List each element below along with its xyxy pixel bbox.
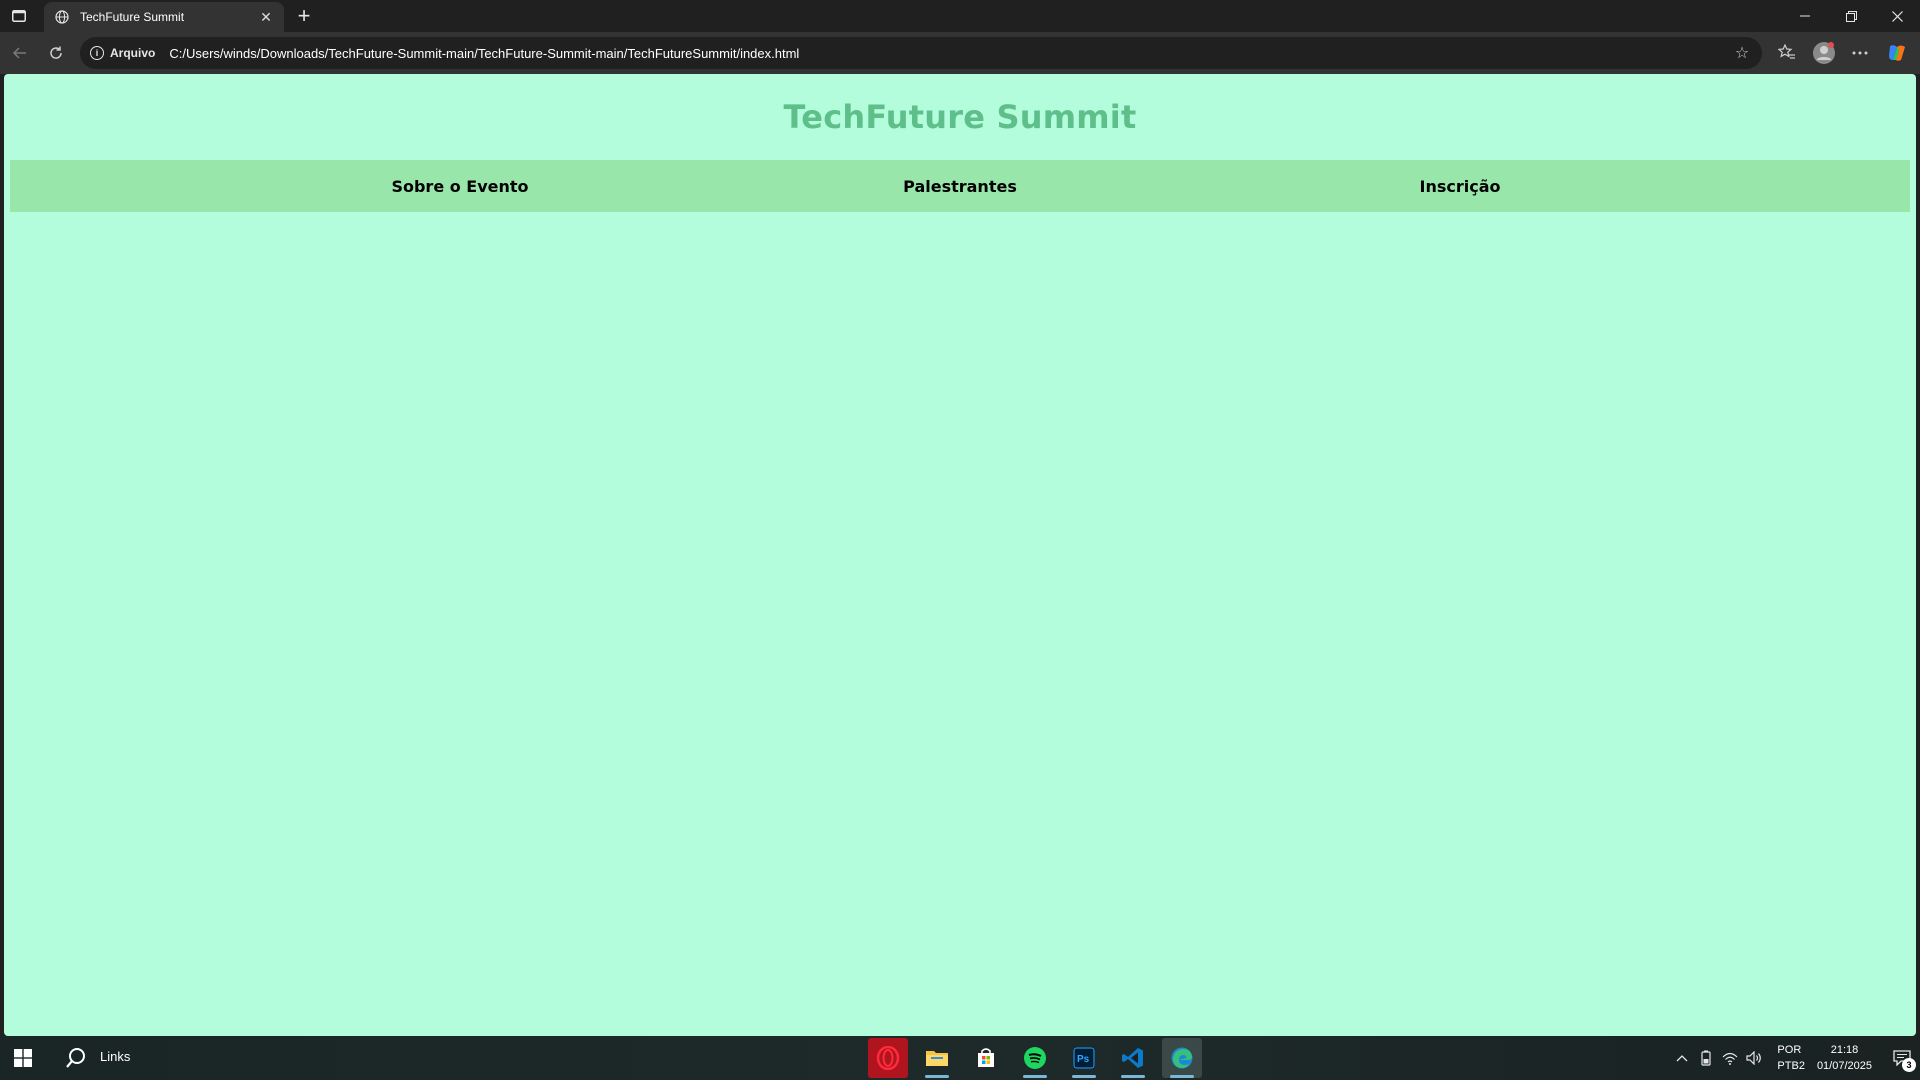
new-tab-icon[interactable]: + (292, 3, 316, 28)
taskbar-search-label[interactable]: Links (100, 1049, 130, 1064)
main-nav: Sobre o Evento Palestrantes Inscrição (10, 160, 1910, 212)
battery-icon[interactable] (1695, 1047, 1717, 1069)
nav-link-palestrantes[interactable]: Palestrantes (710, 177, 1210, 196)
edge-icon[interactable] (1162, 1038, 1202, 1078)
favorites-icon[interactable] (1773, 39, 1801, 67)
notification-center-icon[interactable]: 3 (1884, 1036, 1920, 1080)
input-language-indicator[interactable]: POR PTB2 (1777, 1042, 1805, 1074)
refresh-icon[interactable] (42, 39, 70, 67)
copilot-icon[interactable] (1883, 39, 1911, 67)
photoshop-icon[interactable]: Ps (1064, 1038, 1104, 1078)
browser-window: TechFuture Summit ✕ + i Arquivo C:/Users… (0, 0, 1920, 1036)
profile-avatar-icon[interactable] (1810, 39, 1838, 67)
file-explorer-icon[interactable] (917, 1038, 957, 1078)
close-tab-icon[interactable]: ✕ (258, 9, 274, 25)
chevron-up-icon[interactable] (1671, 1047, 1693, 1069)
clock-time: 21:18 (1830, 1044, 1859, 1056)
browser-tab[interactable]: TechFuture Summit ✕ (44, 2, 284, 32)
running-indicator (1023, 1075, 1047, 1078)
restore-icon[interactable] (1828, 0, 1874, 32)
back-icon[interactable] (6, 39, 34, 67)
tab-title: TechFuture Summit (80, 10, 185, 24)
taskbar: Links Ps POR PTB2 21:18 01/07/2025 3 (0, 1036, 1920, 1080)
spotify-icon[interactable] (1015, 1038, 1055, 1078)
running-indicator (925, 1075, 949, 1078)
window-controls (1782, 0, 1920, 32)
microsoft-store-icon[interactable] (966, 1038, 1006, 1078)
running-indicator (1170, 1075, 1194, 1078)
security-label: Arquivo (110, 46, 156, 60)
volume-icon[interactable] (1743, 1047, 1765, 1069)
close-window-icon[interactable] (1874, 0, 1920, 32)
network-icon[interactable] (1719, 1047, 1741, 1069)
page-title: TechFuture Summit (783, 98, 1137, 136)
search-icon[interactable] (56, 1036, 96, 1080)
vscode-icon[interactable] (1113, 1038, 1153, 1078)
lang-line-2: PTB2 (1777, 1060, 1805, 1072)
nav-link-inscricao[interactable]: Inscrição (1210, 177, 1710, 196)
nav-link-sobre-o-evento[interactable]: Sobre o Evento (210, 177, 710, 196)
svg-text:Ps: Ps (1077, 1054, 1090, 1065)
opera-icon[interactable] (868, 1038, 908, 1078)
minimize-icon[interactable] (1782, 0, 1828, 32)
url-text[interactable]: C:/Users/winds/Downloads/TechFuture-Summ… (169, 46, 1732, 61)
star-icon[interactable]: ☆ (1732, 43, 1752, 63)
page-header: TechFuture Summit (4, 74, 1916, 160)
globe-icon (54, 9, 70, 25)
running-indicator (1121, 1075, 1145, 1078)
info-icon: i (90, 46, 104, 60)
tab-actions-icon[interactable] (8, 6, 30, 26)
running-indicator (1072, 1075, 1096, 1078)
lang-line-1: POR (1777, 1044, 1802, 1056)
taskbar-apps: Ps (868, 1038, 1211, 1078)
system-tray: POR PTB2 21:18 01/07/2025 3 (1671, 1036, 1920, 1080)
clock-date: 01/07/2025 (1816, 1060, 1872, 1072)
address-toolbar: i Arquivo C:/Users/winds/Downloads/TechF… (0, 32, 1920, 74)
site-info-button[interactable]: i Arquivo (90, 46, 155, 60)
address-bar[interactable]: i Arquivo C:/Users/winds/Downloads/TechF… (80, 37, 1762, 69)
windows-start-icon[interactable] (0, 1036, 46, 1080)
tab-strip: TechFuture Summit ✕ + (0, 0, 1920, 32)
more-options-icon[interactable] (1846, 39, 1874, 67)
clock[interactable]: 21:18 01/07/2025 (1817, 1042, 1872, 1074)
page-viewport: TechFuture Summit Sobre o Evento Palestr… (4, 74, 1916, 1036)
notification-count-badge: 3 (1902, 1058, 1916, 1072)
